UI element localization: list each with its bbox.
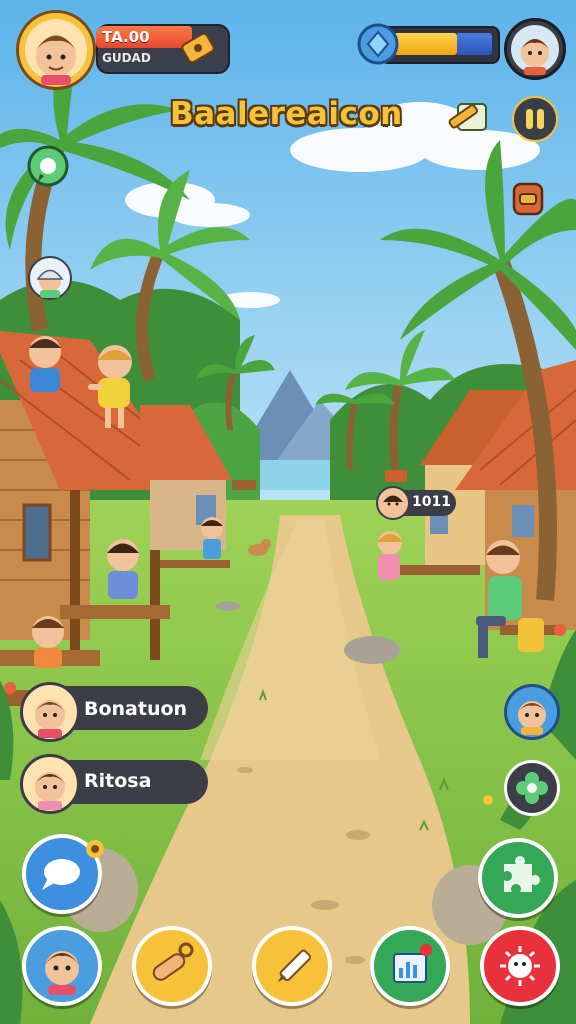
energy-bar-fill (394, 33, 457, 55)
friend-avatar[interactable] (504, 18, 566, 80)
villager-marker-helmet[interactable] (28, 256, 72, 300)
interact-button[interactable] (132, 926, 212, 1006)
npc-tag-value: 1011 (412, 494, 451, 510)
chart-icon (393, 944, 432, 983)
player-sub-label: GUDAD (102, 51, 151, 65)
chat-entry-2-avatar[interactable] (20, 754, 80, 814)
pause-icon[interactable] (512, 96, 558, 142)
backpack-icon[interactable] (508, 176, 548, 218)
crystal-icon[interactable] (356, 22, 400, 66)
chat-entry-2-name: Ritosa (84, 770, 152, 792)
chat-entry-1-name: Bonatuon (84, 698, 188, 720)
chat-bubble-icon (42, 859, 80, 890)
puzzle-button[interactable] (478, 838, 558, 918)
chat-entry-1-avatar[interactable] (20, 682, 80, 742)
edit-button[interactable] (252, 926, 332, 1006)
virus-icon (500, 946, 540, 986)
npc-tag-avatar[interactable] (376, 486, 410, 520)
map-pin-icon[interactable] (24, 144, 72, 192)
game-title: Baalereaicon (170, 96, 403, 132)
hand-icon (152, 942, 194, 981)
alert-button[interactable] (480, 926, 560, 1006)
ticket-icon[interactable] (180, 30, 216, 66)
flower-icon[interactable] (504, 760, 560, 816)
player-value: TA.00 (102, 28, 150, 46)
player-avatar[interactable] (16, 10, 96, 90)
gear-icon[interactable] (84, 838, 106, 860)
pencil-note-icon[interactable] (444, 96, 492, 138)
stats-button[interactable] (370, 926, 450, 1006)
profile-button[interactable] (22, 926, 102, 1006)
puzzle-icon (504, 856, 540, 892)
profile-avatar-icon (44, 951, 80, 995)
villager-marker-right[interactable] (504, 684, 560, 740)
energy-bar-remaining (457, 33, 492, 55)
pencil-icon (278, 949, 312, 982)
